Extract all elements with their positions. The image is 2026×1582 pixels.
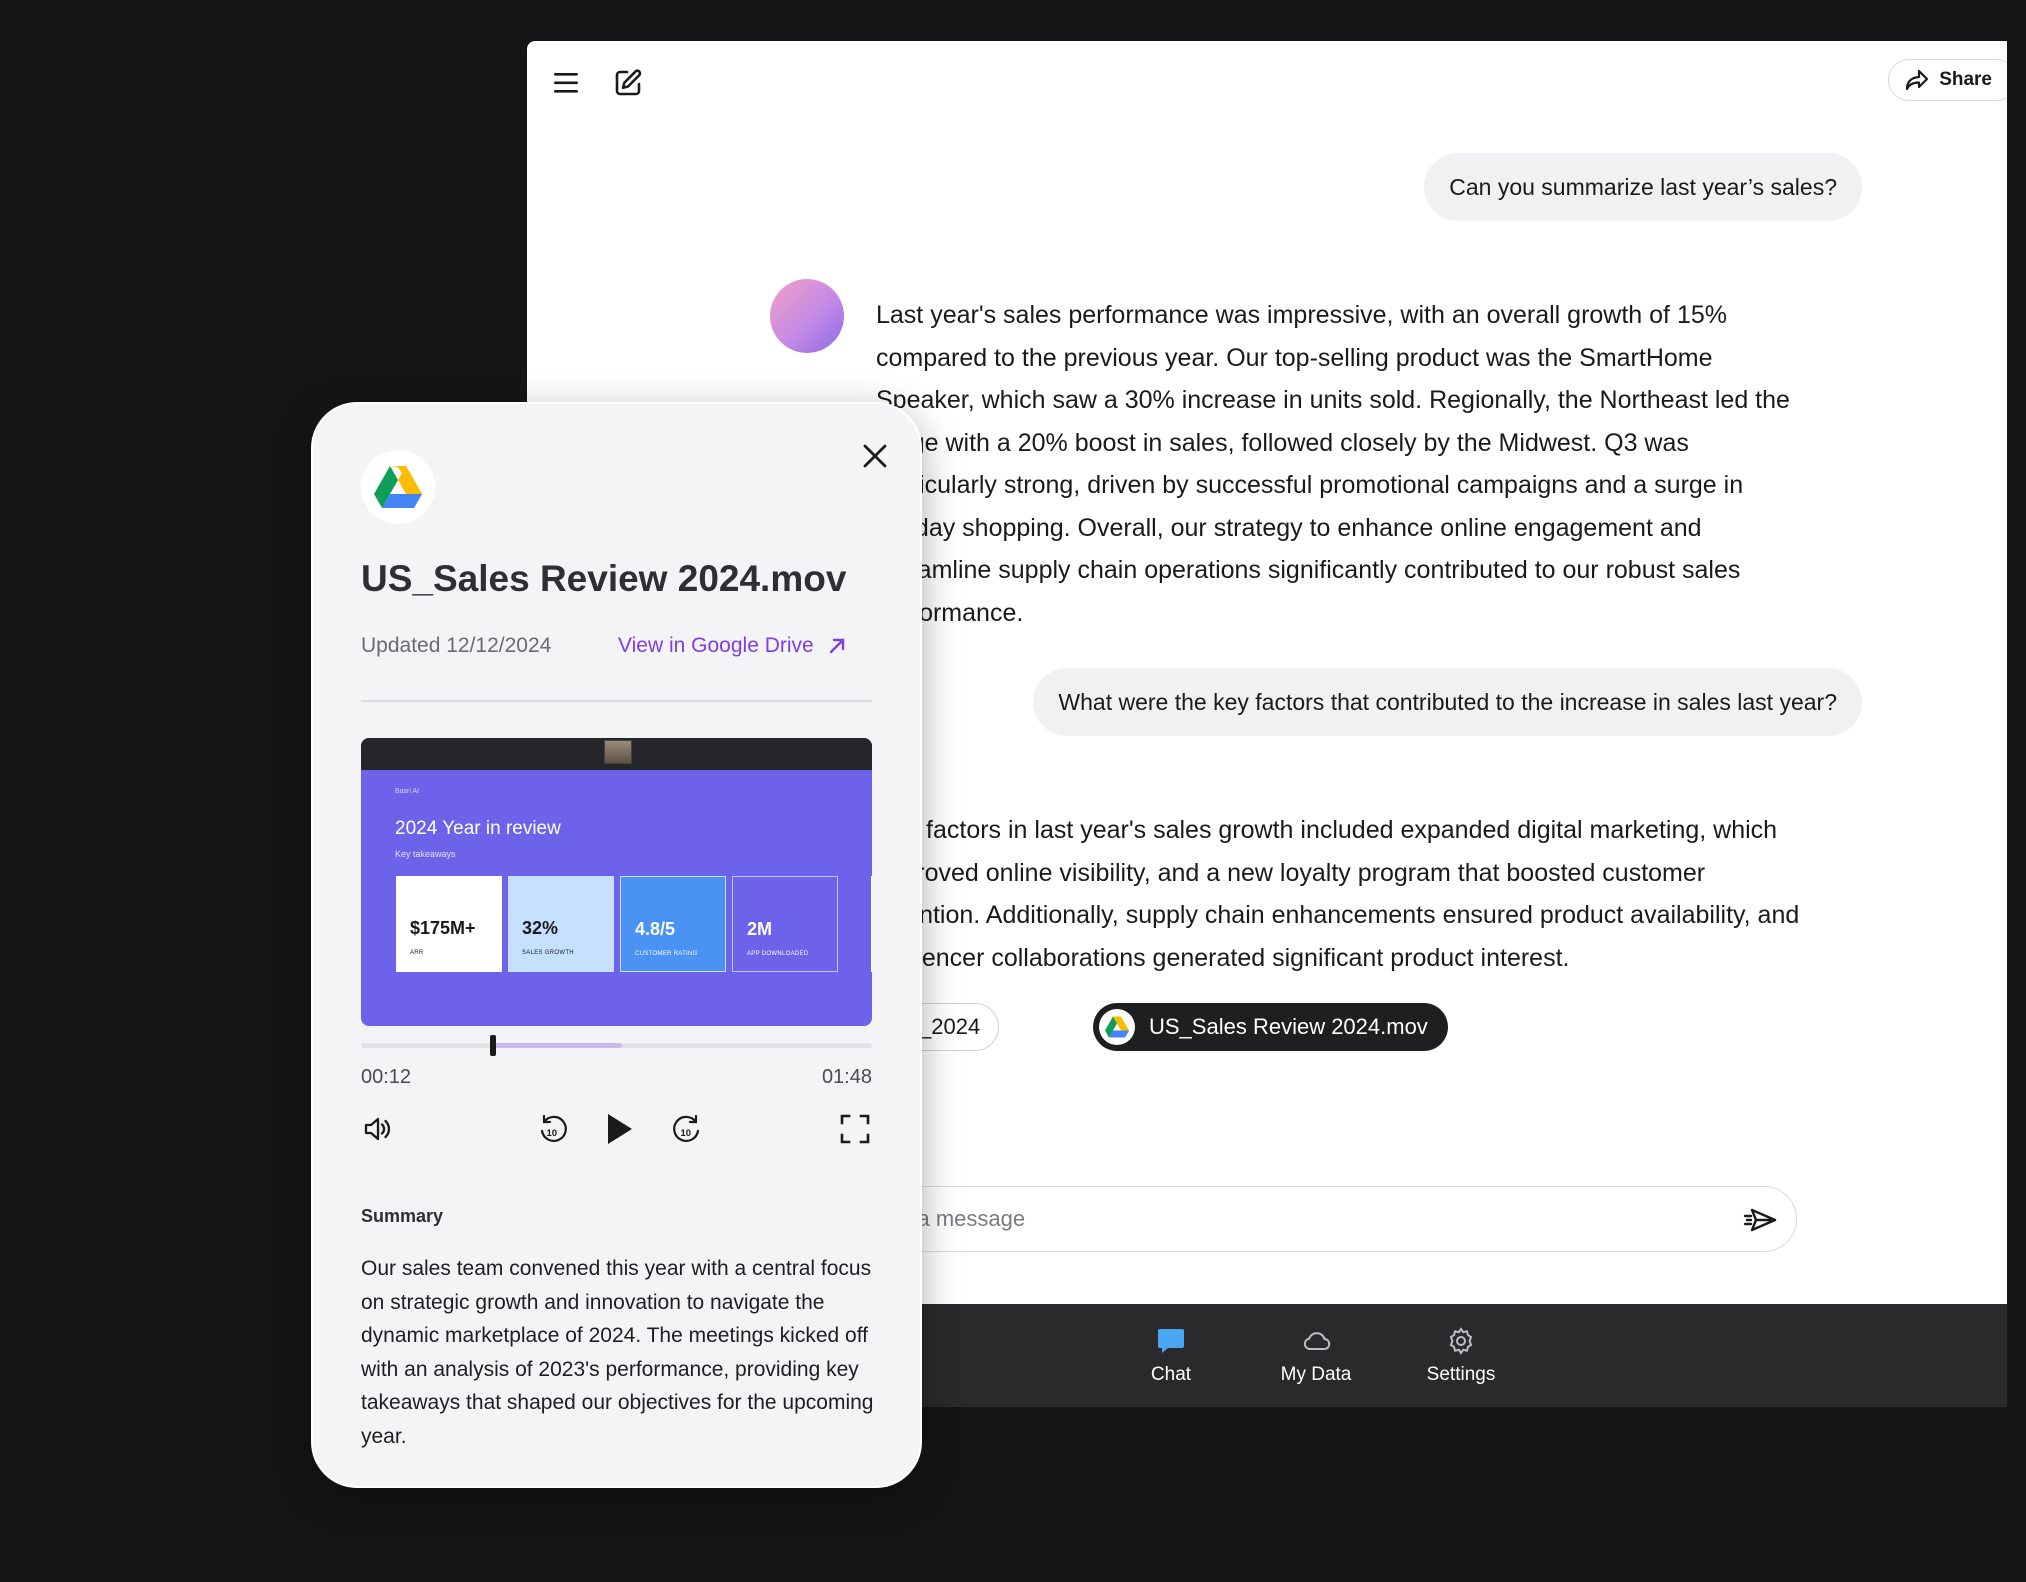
share-icon	[1906, 69, 1929, 91]
message-line: compared to the previous year. Our top-s…	[876, 343, 1713, 372]
presenter-thumbnail	[604, 740, 632, 764]
stat-label: APP DOWNLOADED	[747, 951, 809, 957]
close-icon[interactable]	[853, 434, 897, 478]
svg-text:10: 10	[547, 1128, 558, 1139]
summary-heading: Summary	[361, 1206, 444, 1226]
file-title: US_Sales Review 2024.mov	[361, 558, 847, 599]
video-top-bar	[361, 738, 872, 770]
source-chip-label: US_Sales Review 2024.mov	[1149, 1014, 1428, 1039]
play-icon[interactable]	[597, 1107, 641, 1151]
slide-brand: Basri AI	[395, 788, 420, 795]
rewind-10-icon[interactable]: 10	[531, 1107, 575, 1151]
assistant-message: Last year's sales performance was impres…	[876, 294, 1790, 634]
source-chip-video[interactable]: US_Sales Review 2024.mov	[1093, 1003, 1448, 1051]
assistant-message: Key factors in last year's sales growth …	[876, 809, 1799, 979]
stat-value: 32%	[522, 918, 559, 938]
message-line: Key factors in last year's sales growth …	[876, 816, 1778, 844]
stat-value: 4.8/5	[635, 919, 676, 939]
message-line: influencer collaborations generated sign…	[876, 943, 1570, 972]
video-player[interactable]: Basri AI 2024 Year in review Key takeawa…	[361, 738, 872, 1026]
chat-bubble-icon	[1158, 1328, 1184, 1353]
stat-value: 2M	[747, 919, 773, 939]
summary-text: Our sales team convened this year with a…	[361, 1257, 874, 1448]
edit-compose-icon[interactable]	[608, 63, 648, 103]
send-icon[interactable]	[1742, 1202, 1778, 1238]
slide-subtitle: Key takeaways	[395, 849, 456, 859]
user-message: What were the key factors that contribut…	[1033, 668, 1862, 736]
message-input[interactable]	[860, 1187, 1660, 1251]
updated-date: Updated 12/12/2024	[361, 634, 552, 657]
message-line: streamline supply chain operations signi…	[876, 556, 1741, 584]
drive-link-label: View in Google Drive	[618, 634, 814, 657]
message-line: Last year's sales performance was impres…	[876, 301, 1727, 329]
fullscreen-icon[interactable]	[833, 1107, 877, 1151]
stat-card: $175M+ ARR	[396, 876, 502, 972]
user-message-text: What were the key factors that contribut…	[1058, 688, 1837, 715]
share-label: Share	[1939, 69, 1992, 90]
stat-card-peek	[871, 876, 872, 972]
assistant-avatar	[770, 279, 844, 353]
google-drive-icon	[1099, 1009, 1135, 1045]
nav-item-chat[interactable]: Chat	[1106, 1304, 1236, 1407]
buffered-range	[493, 1043, 622, 1048]
user-message: Can you summarize last year’s sales?	[1424, 153, 1862, 221]
stat-card: 4.8/5 CUSTOMER RATING	[620, 876, 726, 972]
divider	[361, 700, 872, 702]
svg-text:10: 10	[681, 1128, 692, 1139]
stat-value: $175M+	[410, 918, 476, 938]
stat-label: SALES GROWTH	[522, 950, 574, 956]
message-line: holiday shopping. Overall, our strategy …	[876, 513, 1702, 542]
current-time: 00:12	[361, 1066, 412, 1088]
message-line: Speaker, which saw a 30% increase in uni…	[876, 386, 1790, 414]
google-drive-icon	[361, 450, 435, 524]
arrow-up-right-icon	[829, 638, 844, 654]
gear-icon	[1449, 1326, 1473, 1355]
nav-label: Chat	[1150, 1363, 1192, 1385]
message-line: particularly strong, driven by successfu…	[876, 471, 1744, 499]
nav-item-settings[interactable]: Settings	[1396, 1304, 1526, 1407]
message-line: retention. Additionally, supply chain en…	[876, 901, 1800, 929]
nav-item-my-data[interactable]: My Data	[1251, 1304, 1381, 1407]
share-button[interactable]: Share	[1888, 59, 2007, 101]
stat-card: 32% SALES GROWTH	[508, 876, 614, 972]
stat-label: CUSTOMER RATING	[635, 951, 698, 957]
forward-10-icon[interactable]: 10	[665, 1107, 709, 1151]
message-line: improved online visibility, and a new lo…	[876, 858, 1706, 887]
slide-title: 2024 Year in review	[395, 818, 561, 839]
hamburger-menu-icon[interactable]	[547, 63, 587, 103]
file-preview-panel: US_Sales Review 2024.mov Updated 12/12/2…	[313, 404, 920, 1486]
video-progress-bar[interactable]	[361, 1035, 872, 1056]
nav-label: My Data	[1280, 1363, 1352, 1385]
volume-icon[interactable]	[356, 1107, 400, 1151]
message-line: surge with a 20% boost in sales, followe…	[876, 428, 1689, 457]
message-line: performance.	[876, 598, 1024, 627]
view-in-drive-link[interactable]: View in Google Drive	[618, 634, 846, 658]
cloud-icon	[1303, 1331, 1331, 1350]
stat-label: ARR	[410, 950, 424, 956]
stat-card: 2M APP DOWNLOADED	[732, 876, 838, 972]
message-composer	[827, 1186, 1797, 1252]
user-message-text: Can you summarize last year’s sales?	[1449, 173, 1837, 200]
duration: 01:48	[821, 1066, 872, 1088]
nav-label: Settings	[1426, 1363, 1496, 1385]
scrubber-handle[interactable]	[490, 1035, 497, 1056]
